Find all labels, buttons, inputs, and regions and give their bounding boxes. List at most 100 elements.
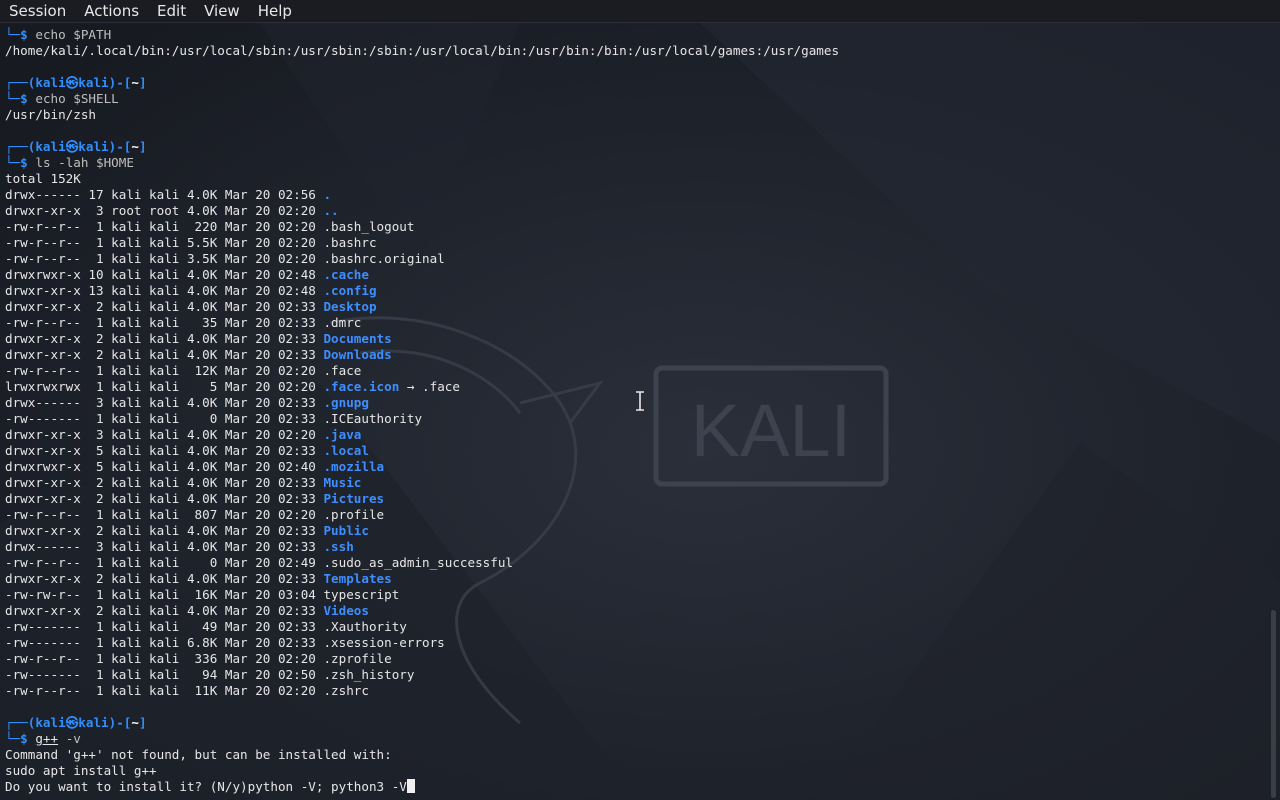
listing-row: drwxr-xr-x 3 kali kali 4.0K Mar 20 02:20… <box>5 427 1265 443</box>
listing-row: -rw-r--r-- 1 kali kali 5.5K Mar 20 02:20… <box>5 235 1265 251</box>
terminal-output[interactable]: └─$ echo $PATH/home/kali/.local/bin:/usr… <box>5 27 1265 795</box>
listing-name: Videos <box>323 603 369 618</box>
listing-meta: -rw------- 1 kali kali 0 Mar 20 02:33 <box>5 411 324 426</box>
listing-row: -rw-r--r-- 1 kali kali 336 Mar 20 02:20 … <box>5 651 1265 667</box>
listing-name: .java <box>323 427 362 442</box>
prompt-symbol: $ <box>20 91 28 106</box>
error-text: Command 'g++' not found, but can be inst… <box>5 747 392 762</box>
listing-row: -rw-r--r-- 1 kali kali 35 Mar 20 02:33 .… <box>5 315 1265 331</box>
prompt-frame: └─ <box>5 155 21 170</box>
listing-row: -rw------- 1 kali kali 0 Mar 20 02:33 .I… <box>5 411 1265 427</box>
listing-name: .cache <box>323 267 369 282</box>
listing-meta: drwxr-xr-x 2 kali kali 4.0K Mar 20 02:33 <box>5 571 324 586</box>
listing-name: .profile <box>323 507 385 522</box>
listing-meta: drwxr-xr-x 13 kali kali 4.0K Mar 20 02:4… <box>5 283 324 298</box>
listing-name: .xsession-errors <box>323 635 445 650</box>
prompt-at-icon: ㉿ <box>65 715 79 730</box>
listing-meta: drwxr-xr-x 2 kali kali 4.0K Mar 20 02:33 <box>5 603 324 618</box>
prompt-symbol: $ <box>20 27 28 42</box>
listing-row: -rw-r--r-- 1 kali kali 0 Mar 20 02:49 .s… <box>5 555 1265 571</box>
listing-name: .face.icon <box>323 379 400 394</box>
output-text: total 152K <box>5 171 81 186</box>
listing-row: drwx------ 3 kali kali 4.0K Mar 20 02:33… <box>5 539 1265 555</box>
listing-name: .zprofile <box>323 651 392 666</box>
listing-meta: -rw-r--r-- 1 kali kali 35 Mar 20 02:33 <box>5 315 324 330</box>
listing-meta: drwx------ 3 kali kali 4.0K Mar 20 02:33 <box>5 539 324 554</box>
prompt-at-icon: ㉿ <box>65 75 79 90</box>
listing-row: -rw-r--r-- 1 kali kali 12K Mar 20 02:20 … <box>5 363 1265 379</box>
listing-meta: -rw------- 1 kali kali 94 Mar 20 02:50 <box>5 667 324 682</box>
listing-row: drwxr-xr-x 2 kali kali 4.0K Mar 20 02:33… <box>5 603 1265 619</box>
terminal-scrollbar[interactable] <box>1271 610 1276 798</box>
symlink-arrow-icon: → <box>399 379 423 394</box>
prompt-host: kali <box>78 75 109 90</box>
listing-name: .bash_logout <box>323 219 415 234</box>
terminal-input[interactable]: python -V; python3 -V <box>248 779 407 794</box>
listing-meta: drwxrwxr-x 5 kali kali 4.0K Mar 20 02:40 <box>5 459 324 474</box>
prompt-at-icon: ㉿ <box>65 139 79 154</box>
listing-row: drwx------ 17 kali kali 4.0K Mar 20 02:5… <box>5 187 1265 203</box>
listing-meta: drwxr-xr-x 2 kali kali 4.0K Mar 20 02:33 <box>5 523 324 538</box>
listing-row: -rw------- 1 kali kali 94 Mar 20 02:50 .… <box>5 667 1265 683</box>
menu-view[interactable]: View <box>194 0 248 22</box>
prompt-frame: )-[ <box>108 75 132 90</box>
prompt-symbol: $ <box>20 731 28 746</box>
menu-help[interactable]: Help <box>248 0 300 22</box>
prompt-frame: ] <box>138 75 147 90</box>
output-text: /home/kali/.local/bin:/usr/local/sbin:/u… <box>5 43 840 58</box>
menu-session[interactable]: Session <box>0 0 74 22</box>
listing-row: drwxr-xr-x 3 root root 4.0K Mar 20 02:20… <box>5 203 1265 219</box>
output-line: sudo apt install g++ <box>5 763 1265 779</box>
prompt-cwd: ~ <box>131 75 139 90</box>
prompt-header: ┌──(kali㉿kali)-[~] <box>5 139 1265 155</box>
listing-name: .config <box>323 283 377 298</box>
prompt-frame: ] <box>138 139 147 154</box>
listing-name: .. <box>323 203 339 218</box>
prompt-cwd: ~ <box>131 715 139 730</box>
terminal-cursor <box>406 779 415 793</box>
menu-actions[interactable]: Actions <box>74 0 147 22</box>
prompt-user: kali <box>35 715 66 730</box>
prompt-user: kali <box>35 75 66 90</box>
listing-name: Public <box>323 523 369 538</box>
command-text: echo $SHELL <box>35 91 119 106</box>
text-cursor-icon <box>636 391 644 411</box>
output-line: Command 'g++' not found, but can be inst… <box>5 747 1265 763</box>
listing-meta: -rw-r--r-- 1 kali kali 11K Mar 20 02:20 <box>5 683 324 698</box>
listing-meta: -rw-r--r-- 1 kali kali 336 Mar 20 02:20 <box>5 651 324 666</box>
listing-name: .bashrc.original <box>323 251 445 266</box>
listing-meta: -rw-r--r-- 1 kali kali 807 Mar 20 02:20 <box>5 507 324 522</box>
listing-meta: drwxr-xr-x 3 root root 4.0K Mar 20 02:20 <box>5 203 324 218</box>
prompt-header: ┌──(kali㉿kali)-[~] <box>5 715 1265 731</box>
listing-name: Music <box>323 475 362 490</box>
output-line: /usr/bin/zsh <box>5 107 1265 123</box>
prompt-user: kali <box>35 139 66 154</box>
listing-row: drwxr-xr-x 2 kali kali 4.0K Mar 20 02:33… <box>5 475 1265 491</box>
listing-row: drwxr-xr-x 2 kali kali 4.0K Mar 20 02:33… <box>5 571 1265 587</box>
listing-link-target: .face <box>422 379 460 394</box>
listing-name: .face <box>323 363 362 378</box>
listing-meta: drwxr-xr-x 2 kali kali 4.0K Mar 20 02:33 <box>5 491 324 506</box>
prompt-frame: )-[ <box>108 715 132 730</box>
menu-edit[interactable]: Edit <box>147 0 194 22</box>
listing-row: drwxr-xr-x 2 kali kali 4.0K Mar 20 02:33… <box>5 491 1265 507</box>
listing-row: drwxr-xr-x 13 kali kali 4.0K Mar 20 02:4… <box>5 283 1265 299</box>
listing-meta: -rw-r--r-- 1 kali kali 3.5K Mar 20 02:20 <box>5 251 324 266</box>
listing-meta: -rw-r--r-- 1 kali kali 5.5K Mar 20 02:20 <box>5 235 324 250</box>
listing-row: -rw-rw-r-- 1 kali kali 16K Mar 20 03:04 … <box>5 587 1265 603</box>
menu-bar: Session Actions Edit View Help <box>0 0 1280 23</box>
listing-name: typescript <box>323 587 400 602</box>
listing-row: drwxr-xr-x 5 kali kali 4.0K Mar 20 02:33… <box>5 443 1265 459</box>
listing-name: .dmrc <box>323 315 362 330</box>
listing-row: drwxr-xr-x 2 kali kali 4.0K Mar 20 02:33… <box>5 347 1265 363</box>
prompt-command-line: └─$ ls -lah $HOME <box>5 155 1265 171</box>
command-text: ls -lah $HOME <box>35 155 134 170</box>
listing-meta: lrwxrwxrwx 1 kali kali 5 Mar 20 02:20 <box>5 379 324 394</box>
listing-row: drwxr-xr-x 2 kali kali 4.0K Mar 20 02:33… <box>5 523 1265 539</box>
install-prompt-line: Do you want to install it? (N/y)python -… <box>5 779 1265 795</box>
listing-name: .bashrc <box>323 235 377 250</box>
listing-meta: drwxr-xr-x 2 kali kali 4.0K Mar 20 02:33 <box>5 331 324 346</box>
